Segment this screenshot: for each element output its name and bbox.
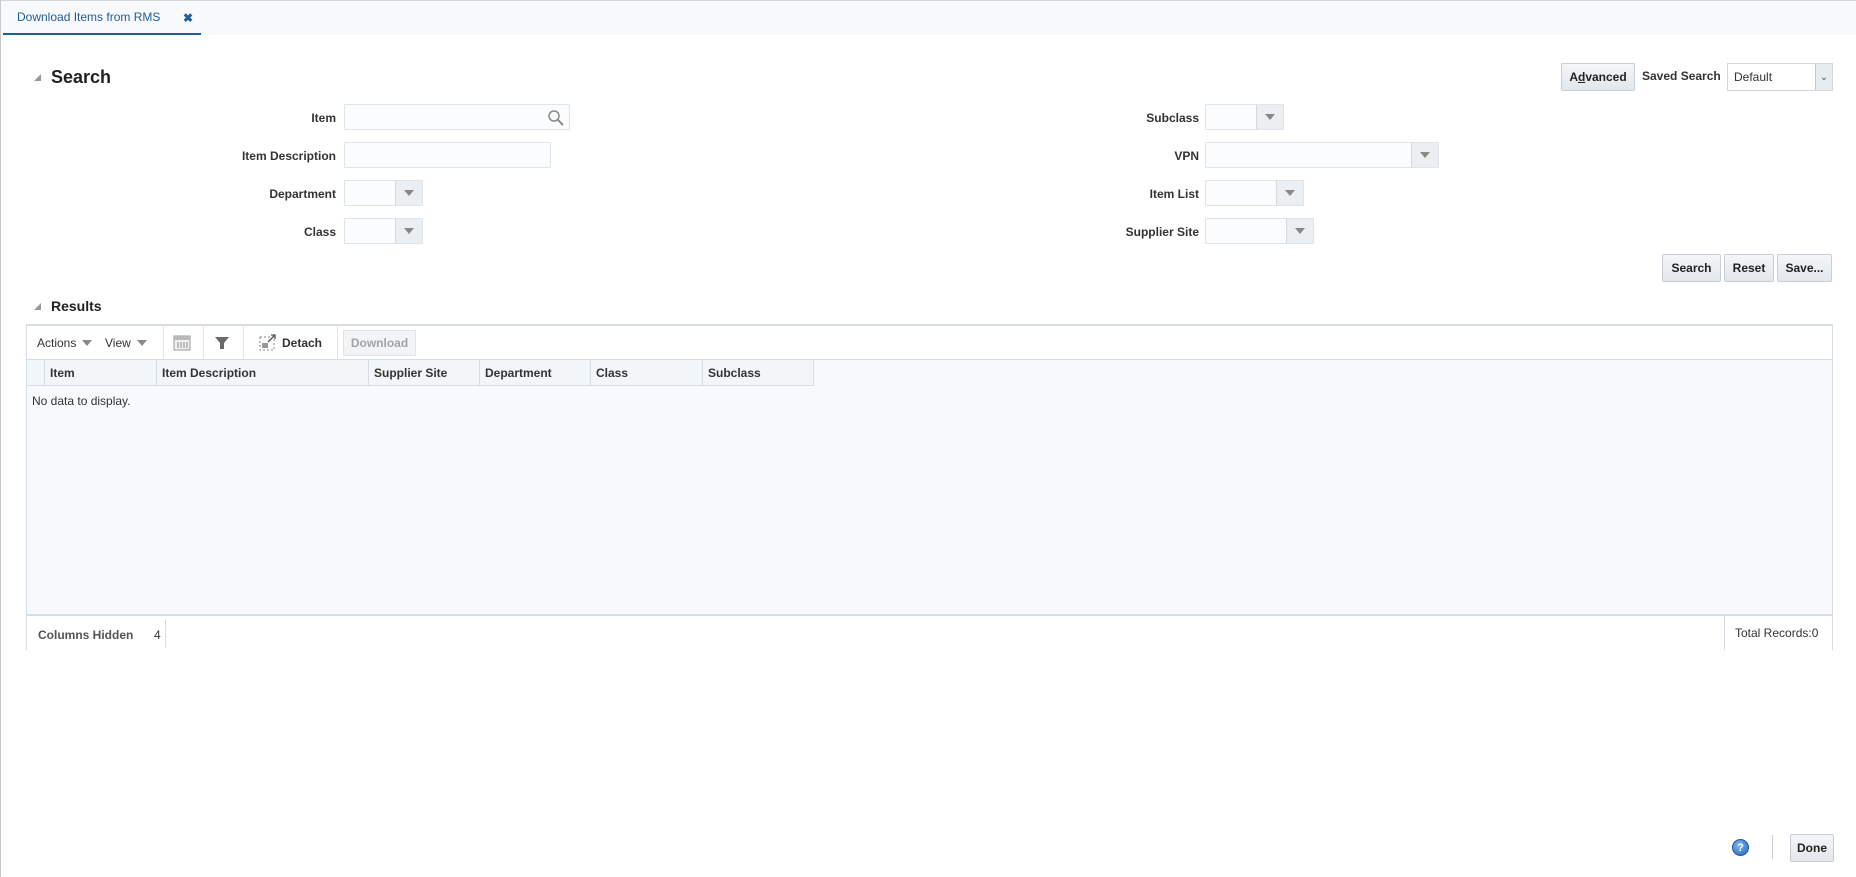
- detach-icon: [259, 334, 276, 351]
- freeze-icon: [173, 335, 191, 351]
- search-section-header[interactable]: Search: [34, 67, 111, 88]
- class-label: Class: [303, 225, 336, 239]
- collapse-triangle-icon: [34, 302, 41, 310]
- toolbar-divider: [243, 326, 244, 360]
- subclass-label: Subclass: [1146, 111, 1199, 125]
- search-button[interactable]: Search: [1662, 254, 1721, 282]
- caret-down-icon: [136, 340, 147, 346]
- column-header-supplier-site[interactable]: Supplier Site: [369, 360, 480, 386]
- actions-menu[interactable]: Actions: [37, 326, 93, 360]
- columns-hidden-label: Columns Hidden: [38, 628, 134, 642]
- status-divider: [1724, 616, 1725, 650]
- subclass-dropdown-button[interactable]: [1256, 105, 1283, 129]
- query-by-example-button[interactable]: [213, 326, 231, 360]
- advanced-button[interactable]: Advanced: [1561, 63, 1635, 91]
- done-button[interactable]: Done: [1790, 834, 1834, 862]
- tab-bar: Download Items from RMS ✖: [1, 1, 1856, 35]
- help-icon[interactable]: ?: [1732, 839, 1749, 856]
- caret-down-icon: [82, 340, 93, 346]
- caret-down-icon: [404, 190, 414, 196]
- reset-button[interactable]: Reset: [1724, 254, 1774, 282]
- footer-divider: [1772, 835, 1773, 859]
- tab-download-items[interactable]: Download Items from RMS ✖: [3, 1, 201, 35]
- chevron-down-icon[interactable]: ⌄: [1815, 64, 1832, 90]
- class-select[interactable]: [344, 218, 423, 244]
- actions-label: Actions: [37, 336, 77, 350]
- results-grid: Item Item Description Supplier Site Depa…: [27, 360, 1832, 614]
- view-menu[interactable]: View: [105, 326, 147, 360]
- filter-icon: [215, 337, 229, 349]
- empty-message: No data to display.: [32, 394, 131, 408]
- results-section-header[interactable]: Results: [34, 298, 102, 314]
- supplier-site-dropdown-button[interactable]: [1286, 219, 1313, 243]
- results-status-bar: Columns Hidden 4 Total Records:0: [27, 614, 1832, 650]
- search-title: Search: [51, 67, 112, 87]
- freeze-columns-button[interactable]: [173, 326, 191, 360]
- department-select[interactable]: [344, 180, 423, 206]
- supplier-site-label: Supplier Site: [1125, 225, 1199, 239]
- vpn-dropdown-button[interactable]: [1411, 143, 1438, 167]
- column-header-subclass[interactable]: Subclass: [703, 360, 814, 386]
- results-title: Results: [51, 298, 102, 314]
- item-list-select[interactable]: [1205, 180, 1304, 206]
- caret-down-icon: [1265, 114, 1275, 120]
- subclass-select[interactable]: [1205, 104, 1284, 130]
- toolbar-divider: [203, 326, 204, 360]
- toolbar-divider: [337, 326, 338, 360]
- item-description-input[interactable]: [344, 142, 551, 168]
- vpn-label: VPN: [1174, 149, 1199, 163]
- saved-search-select[interactable]: Default ⌄: [1727, 63, 1833, 91]
- download-button[interactable]: Download: [343, 330, 416, 356]
- results-table: Actions View Detach Download Item Item D…: [26, 324, 1833, 650]
- columns-hidden-count[interactable]: 4: [154, 628, 161, 642]
- total-records: Total Records:0: [1735, 626, 1819, 640]
- tab-title: Download Items from RMS: [17, 10, 161, 24]
- class-dropdown-button[interactable]: [395, 219, 422, 243]
- saved-search-value: Default: [1734, 70, 1773, 84]
- item-description-label: Item Description: [241, 149, 336, 163]
- caret-down-icon: [404, 228, 414, 234]
- close-icon[interactable]: ✖: [183, 11, 193, 25]
- department-dropdown-button[interactable]: [395, 181, 422, 205]
- column-header-class[interactable]: Class: [591, 360, 703, 386]
- status-divider: [165, 620, 166, 648]
- department-label: Department: [269, 187, 336, 201]
- advanced-label: Advanced: [1569, 70, 1627, 84]
- caret-down-icon: [1285, 190, 1295, 196]
- column-header-department[interactable]: Department: [480, 360, 591, 386]
- search-icon[interactable]: [547, 109, 565, 127]
- item-list-label: Item List: [1149, 187, 1199, 201]
- column-header-item-description[interactable]: Item Description: [157, 360, 369, 386]
- toolbar-divider: [163, 326, 164, 360]
- item-input[interactable]: [344, 104, 570, 130]
- detach-button[interactable]: Detach: [259, 326, 322, 360]
- vpn-select[interactable]: [1205, 142, 1439, 168]
- detach-label: Detach: [282, 336, 323, 350]
- results-toolbar: Actions View Detach Download: [27, 326, 1832, 360]
- collapse-triangle-icon: [34, 74, 41, 81]
- item-list-dropdown-button[interactable]: [1276, 181, 1303, 205]
- caret-down-icon: [1295, 228, 1305, 234]
- item-label: Item: [311, 111, 336, 125]
- save-button[interactable]: Save...: [1777, 254, 1832, 282]
- saved-search-label: Saved Search: [1642, 69, 1721, 83]
- row-header-column: [27, 360, 45, 386]
- caret-down-icon: [1420, 152, 1430, 158]
- supplier-site-select[interactable]: [1205, 218, 1314, 244]
- view-label: View: [105, 336, 131, 350]
- column-header-item[interactable]: Item: [45, 360, 157, 386]
